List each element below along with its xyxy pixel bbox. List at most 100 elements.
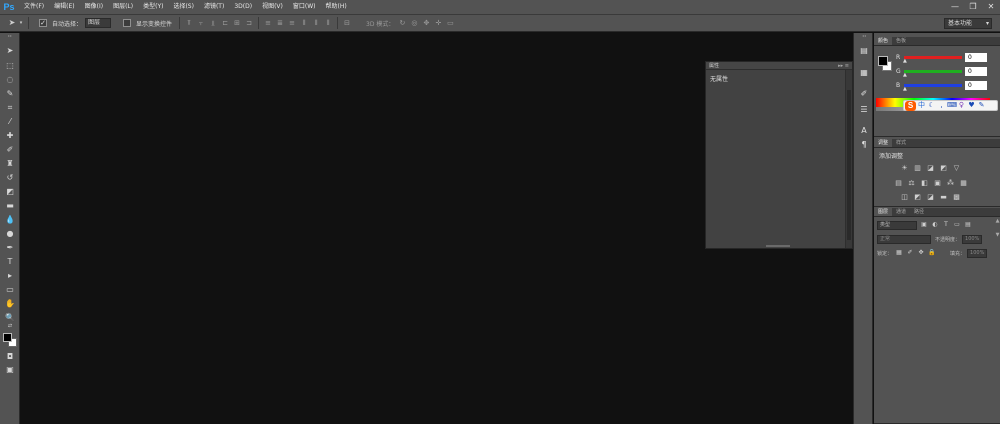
- curves-icon[interactable]: ◪: [926, 164, 935, 172]
- slider-red[interactable]: R ▲ 0: [894, 53, 996, 64]
- transform-controls-checkbox[interactable]: [123, 19, 132, 27]
- scroll-down-icon[interactable]: ▼: [995, 232, 1000, 244]
- lock-pixels-icon[interactable]: ✐: [906, 249, 914, 257]
- invert-icon[interactable]: ◫: [900, 193, 909, 201]
- crop-tool-icon[interactable]: ⌗: [3, 102, 17, 114]
- menu-image[interactable]: 图像(I): [79, 0, 107, 14]
- auto-select-dropdown[interactable]: 图层: [85, 18, 112, 28]
- foreground-color-swatch[interactable]: [3, 333, 12, 342]
- drag-3d-icon[interactable]: ✥: [421, 18, 431, 28]
- hand-tool-icon[interactable]: ✋: [3, 298, 17, 310]
- minimize-button[interactable]: —: [950, 2, 960, 12]
- menu-file[interactable]: 文件(F): [18, 0, 48, 14]
- properties-icon[interactable]: ☰: [858, 104, 870, 115]
- layer-filter-dropdown[interactable]: 类型: [877, 220, 917, 230]
- ime-punctuation-icon[interactable]: ,: [937, 101, 946, 110]
- properties-tab[interactable]: 属性: [709, 62, 719, 69]
- photo-filter-icon[interactable]: ▣: [933, 179, 942, 187]
- distribute-hcenter-icon[interactable]: ⦀: [311, 18, 321, 28]
- adjust-icon[interactable]: ▦: [858, 67, 870, 78]
- panel-menu-icon[interactable]: ≡: [845, 63, 849, 69]
- filter-shape-icon[interactable]: ▭: [953, 221, 961, 229]
- menu-type[interactable]: 类型(Y): [137, 0, 167, 14]
- restore-button[interactable]: ❐: [968, 2, 978, 12]
- lock-all-icon[interactable]: 🔒: [928, 249, 936, 257]
- tab-paths[interactable]: 路径: [910, 208, 928, 216]
- color-balance-icon[interactable]: ⚖: [907, 179, 916, 187]
- shape-tool-icon[interactable]: ▭: [3, 284, 17, 296]
- selective-color-icon[interactable]: ▩: [952, 193, 961, 201]
- ime-skin-icon[interactable]: ♥: [967, 101, 976, 110]
- color-lookup-icon[interactable]: ▦: [959, 179, 968, 187]
- filter-type-icon[interactable]: T: [942, 221, 950, 229]
- threshold-icon[interactable]: ◪: [926, 193, 935, 201]
- rotate-3d-icon[interactable]: ↻: [397, 18, 407, 28]
- history-brush-tool-icon[interactable]: ↺: [3, 172, 17, 184]
- menu-select[interactable]: 选择(S): [167, 0, 198, 14]
- paragraph-icon[interactable]: ¶: [858, 139, 870, 150]
- tab-adjustments[interactable]: 调整: [874, 139, 893, 147]
- screen-mode-icon[interactable]: ▣: [3, 364, 17, 376]
- brush-tool-icon[interactable]: ✐: [3, 144, 17, 156]
- distribute-right-icon[interactable]: ⦀: [323, 18, 333, 28]
- menu-layer[interactable]: 图层(L): [107, 0, 137, 14]
- move-tool-icon[interactable]: ➤: [3, 45, 17, 57]
- close-button[interactable]: ✕: [986, 2, 996, 12]
- filter-adjustment-icon[interactable]: ◐: [931, 221, 939, 229]
- menu-window[interactable]: 窗口(W): [287, 0, 320, 14]
- tab-channels[interactable]: 通道: [892, 208, 910, 216]
- quick-select-tool-icon[interactable]: ✎: [3, 88, 17, 100]
- align-hcenter-icon[interactable]: ⊞: [232, 18, 242, 28]
- quick-mask-icon[interactable]: ◘: [3, 351, 17, 363]
- opacity-input[interactable]: 100%: [962, 234, 983, 244]
- channel-mixer-icon[interactable]: ⁂: [946, 179, 955, 187]
- lasso-tool-icon[interactable]: ◌: [3, 74, 17, 86]
- brush-icon[interactable]: ✐: [858, 88, 870, 99]
- tab-layers[interactable]: 图层: [874, 208, 893, 216]
- workspace-dropdown[interactable]: 基本功能: [944, 18, 992, 29]
- black-white-icon[interactable]: ◧: [920, 179, 929, 187]
- character-icon[interactable]: A: [858, 125, 870, 136]
- menu-filter[interactable]: 滤镜(T): [198, 0, 228, 14]
- ime-logo[interactable]: S: [905, 100, 916, 111]
- align-vcenter-icon[interactable]: ⫟: [196, 18, 206, 28]
- align-top-icon[interactable]: ⫪: [184, 18, 194, 28]
- ime-voice-icon[interactable]: ♀: [957, 101, 966, 110]
- filter-pixel-icon[interactable]: ▣: [920, 221, 928, 229]
- filter-smart-object-icon[interactable]: ▤: [964, 221, 972, 229]
- type-tool-icon[interactable]: T: [3, 256, 17, 268]
- lock-transparency-icon[interactable]: ▦: [895, 249, 903, 257]
- vibrance-icon[interactable]: ▽: [952, 164, 961, 172]
- tab-styles[interactable]: 样式: [892, 139, 910, 147]
- slider-track[interactable]: [904, 56, 962, 59]
- tab-swatches[interactable]: 色板: [892, 37, 910, 45]
- ime-chinese-mode-icon[interactable]: 中: [917, 101, 926, 110]
- blur-tool-icon[interactable]: 💧: [3, 214, 17, 226]
- slide-3d-icon[interactable]: ✛: [433, 18, 443, 28]
- menu-help[interactable]: 帮助(H): [320, 0, 351, 14]
- distribute-left-icon[interactable]: ⦀: [299, 18, 309, 28]
- pen-tool-icon[interactable]: ✒: [3, 242, 17, 254]
- slider-track[interactable]: [904, 84, 962, 87]
- tool-preset-arrow-icon[interactable]: ▾: [18, 17, 24, 29]
- slider-knob-icon[interactable]: ▲: [903, 73, 907, 78]
- lock-position-icon[interactable]: ✥: [917, 249, 925, 257]
- align-left-icon[interactable]: ⊏: [220, 18, 230, 28]
- ime-moon-icon[interactable]: ☾: [927, 101, 936, 110]
- clone-stamp-tool-icon[interactable]: ♜: [3, 158, 17, 170]
- dock-grip-icon[interactable]: ◂◂: [858, 34, 870, 38]
- auto-align-icon[interactable]: ⊟: [342, 18, 352, 28]
- color-foreground-swatch[interactable]: [878, 56, 888, 66]
- path-select-tool-icon[interactable]: ▸: [3, 270, 17, 282]
- gradient-tool-icon[interactable]: ▬: [3, 200, 17, 212]
- align-bottom-icon[interactable]: ⫫: [208, 18, 218, 28]
- tab-color[interactable]: 颜色: [874, 37, 893, 45]
- slider-knob-icon[interactable]: ▲: [903, 87, 907, 92]
- slider-track[interactable]: [904, 70, 962, 73]
- blend-mode-dropdown[interactable]: 正常: [877, 234, 931, 244]
- distribute-top-icon[interactable]: ≡: [263, 18, 273, 28]
- menu-view[interactable]: 视图(V): [256, 0, 287, 14]
- menu-3d[interactable]: 3D(D): [228, 0, 256, 14]
- levels-icon[interactable]: ▥: [913, 164, 922, 172]
- slider-value-input[interactable]: 0: [965, 53, 987, 62]
